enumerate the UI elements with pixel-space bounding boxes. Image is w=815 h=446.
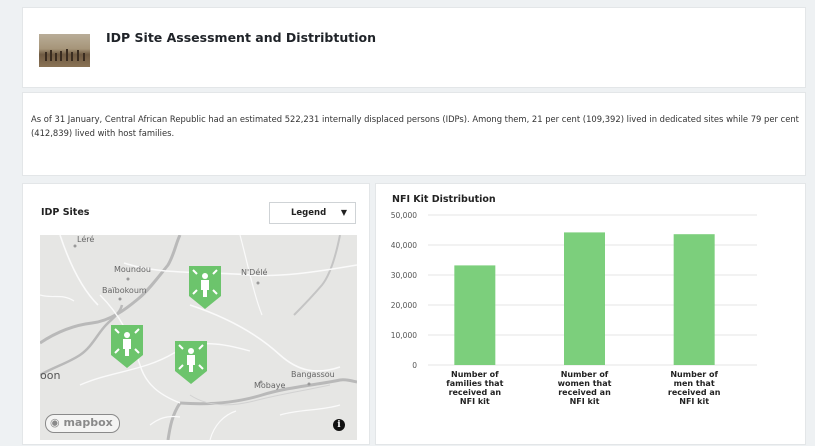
person-marker-icon bbox=[111, 325, 143, 368]
x-category-label: men that bbox=[674, 379, 715, 388]
place-label-oon: oon bbox=[40, 369, 61, 382]
x-category-label: NFI kit bbox=[460, 397, 490, 406]
x-category-label: women that bbox=[558, 379, 612, 388]
chart-bar[interactable] bbox=[454, 265, 496, 365]
place-label-baibokoum: Baïbokoum bbox=[102, 286, 147, 295]
x-category-label: Number of bbox=[561, 370, 609, 379]
x-category-label: received an bbox=[449, 388, 502, 397]
place-label-mobaye: Mobaye bbox=[254, 381, 286, 390]
chart-card: NFI Kit Distribution 50,000 40,000 30,000 2… bbox=[375, 183, 806, 445]
x-category-label: Number of bbox=[451, 370, 499, 379]
person-marker-icon bbox=[189, 266, 221, 309]
person-marker-icon bbox=[175, 341, 207, 384]
x-category-label: received an bbox=[558, 388, 611, 397]
y-tick-label: 30,000 bbox=[391, 271, 417, 280]
y-tick-label: 40,000 bbox=[391, 241, 417, 250]
chart-bar[interactable] bbox=[564, 232, 605, 365]
x-category-label: NFI kit bbox=[679, 397, 709, 406]
idp-site-marker[interactable] bbox=[173, 339, 209, 385]
place-label-bangassou: Bangassou bbox=[291, 370, 335, 379]
y-tick-label: 0 bbox=[412, 361, 417, 370]
x-category-label: received an bbox=[668, 388, 721, 397]
idp-site-marker[interactable] bbox=[187, 264, 223, 310]
map-card: IDP Sites Legend ▼ Léré Moundou Baïbokou… bbox=[22, 183, 370, 445]
mapbox-logo[interactable]: ◉ mapbox bbox=[45, 414, 120, 433]
y-tick-label: 10,000 bbox=[391, 331, 417, 340]
place-label-moundou: Moundou bbox=[114, 265, 151, 274]
y-tick-label: 50,000 bbox=[391, 211, 417, 220]
x-category-label: Number of bbox=[670, 370, 718, 379]
place-label-lere: Léré bbox=[77, 235, 95, 244]
y-tick-label: 20,000 bbox=[391, 301, 417, 310]
chart-bar[interactable] bbox=[673, 234, 715, 365]
legend-dropdown[interactable]: Legend ▼ bbox=[269, 202, 356, 224]
bar-chart: 50,000 40,000 30,000 20,000 10,000 0 Number of… bbox=[391, 211, 757, 406]
mapbox-attribution-text: mapbox bbox=[63, 416, 113, 429]
description-text: As of 31 January, Central African Republ… bbox=[31, 114, 799, 138]
header-card: IDP Site Assessment and Distribtution bbox=[22, 7, 806, 88]
legend-dropdown-value: Legend bbox=[291, 208, 327, 218]
mapbox-logo-icon: ◉ bbox=[50, 416, 60, 429]
map-title: IDP Sites bbox=[41, 207, 90, 218]
place-label-ndele: N'Délé bbox=[241, 268, 268, 277]
header-thumbnail-image bbox=[39, 34, 90, 67]
page-title: IDP Site Assessment and Distribtution bbox=[106, 30, 377, 45]
x-category-label: families that bbox=[446, 379, 503, 388]
x-category-label: NFI kit bbox=[570, 397, 600, 406]
info-icon[interactable]: i bbox=[333, 419, 345, 431]
chevron-down-icon: ▼ bbox=[340, 208, 347, 217]
description-card: As of 31 January, Central African Republ… bbox=[22, 92, 806, 176]
idp-site-marker[interactable] bbox=[109, 323, 145, 369]
map-view[interactable]: Léré Moundou Baïbokoum N'Délé Bangassou … bbox=[40, 235, 357, 440]
